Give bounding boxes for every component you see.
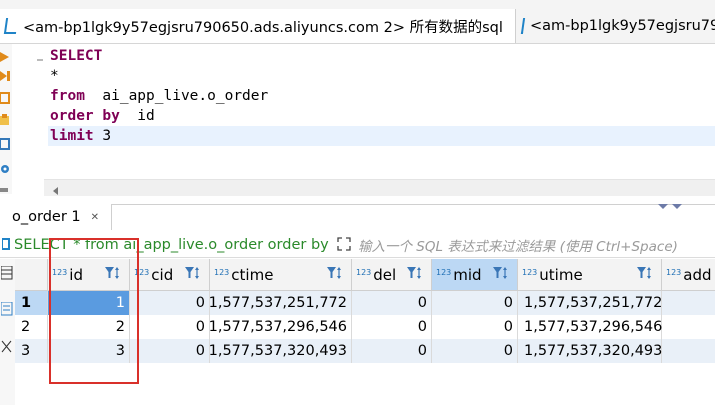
sql-line-2: * xyxy=(50,66,59,86)
table-cell[interactable]: 1,577,537,320,493 xyxy=(209,339,352,363)
maximize-panel-icon[interactable] xyxy=(672,198,682,209)
editor-tab-label: <am-bp1lgk9y57egjsru790650.ads.aliyuncs.… xyxy=(530,18,715,34)
explain-plan-icon[interactable] xyxy=(0,114,10,126)
sql-text: * xyxy=(50,68,59,84)
editor-horizontal-scrollbar[interactable] xyxy=(44,179,715,196)
table-cell[interactable] xyxy=(662,315,715,339)
column-header-label: del xyxy=(373,265,397,284)
column-header-4[interactable]: 123 mid xyxy=(432,259,518,291)
sql-script-icon xyxy=(3,18,19,34)
settings-gear-icon[interactable] xyxy=(0,162,10,176)
column-header-label: utime xyxy=(539,265,583,284)
editor-tab-second[interactable]: <am-bp1lgk9y57egjsru790650.ads.aliyuncs.… xyxy=(517,9,715,43)
column-header-label: cid xyxy=(151,265,174,284)
annotation-highlight-box xyxy=(49,238,139,384)
current-line-highlight xyxy=(48,126,715,146)
sql-text: id xyxy=(119,108,155,124)
row-number[interactable]: 1 xyxy=(15,291,48,315)
sql-keyword: from xyxy=(50,88,85,104)
column-header-label: mid xyxy=(453,265,482,284)
column-header-6[interactable]: 123 add xyxy=(662,259,715,291)
record-view-icon[interactable] xyxy=(1,340,13,354)
window-top-edge xyxy=(0,0,715,9)
sort-filter-icon[interactable] xyxy=(493,266,509,283)
execute-script-icon[interactable] xyxy=(0,70,10,82)
table-cell[interactable] xyxy=(662,291,715,315)
table-cell[interactable]: 1,577,537,251,772 xyxy=(518,291,662,315)
number-type-icon: 123 xyxy=(666,267,682,277)
sql-script-icon xyxy=(520,18,526,34)
table-cell[interactable]: 1,577,537,320,493 xyxy=(518,339,662,363)
column-header-label: add xyxy=(683,265,712,284)
text-view-icon[interactable] xyxy=(0,301,13,316)
sql-keyword: order by xyxy=(50,108,120,124)
table-cell[interactable]: 0 xyxy=(432,291,518,315)
sql-keyword: limit xyxy=(50,128,94,144)
results-tab-label: o_order 1 xyxy=(12,209,81,225)
table-cell[interactable]: 0 xyxy=(432,315,518,339)
sql-text: ai_app_live.o_order xyxy=(84,88,269,104)
grid-corner xyxy=(15,259,48,291)
table-cell[interactable]: 0 xyxy=(432,339,518,363)
table-cell[interactable]: 1,577,537,296,546 xyxy=(209,315,352,339)
table-cell[interactable]: 1,577,537,251,772 xyxy=(209,291,352,315)
number-type-icon: 123 xyxy=(214,267,230,277)
minimize-panel-icon[interactable] xyxy=(658,198,668,209)
column-header-label: ctime xyxy=(231,265,274,284)
table-cell[interactable]: 0 xyxy=(352,315,432,339)
grid-view-icon[interactable] xyxy=(0,265,13,280)
results-tab-o-order[interactable]: o_order 1 ✕ xyxy=(0,204,112,230)
row-number[interactable]: 3 xyxy=(15,339,48,363)
editor-tab-label: <am-bp1lgk9y57egjsru790650.ads.aliyuncs.… xyxy=(23,19,503,36)
sql-line-1: SELECT xyxy=(50,46,102,66)
close-tab-icon[interactable]: ✕ xyxy=(91,212,99,223)
sql-query-icon xyxy=(1,238,12,250)
execute-statement-icon[interactable] xyxy=(0,50,10,62)
sql-line-4: order by id xyxy=(50,106,155,126)
fold-marker-icon[interactable] xyxy=(36,52,44,61)
number-type-icon: 123 xyxy=(356,267,372,277)
table-cell[interactable]: 0 xyxy=(352,291,432,315)
column-header-1[interactable]: 123 cid xyxy=(130,259,210,291)
table-cell[interactable]: 1,577,537,296,546 xyxy=(518,315,662,339)
sort-filter-icon[interactable] xyxy=(185,266,201,283)
sql-line-3: from ai_app_live.o_order xyxy=(50,86,268,106)
table-cell[interactable]: 0 xyxy=(130,315,210,339)
grid-side-toolbar xyxy=(0,259,16,405)
column-header-2[interactable]: 123 ctime xyxy=(210,259,352,291)
sql-keyword: SELECT xyxy=(50,48,103,64)
number-type-icon: 123 xyxy=(522,267,538,277)
filter-expand-icon[interactable] xyxy=(336,236,352,252)
sql-text: 3 xyxy=(93,128,112,144)
table-cell[interactable] xyxy=(662,339,715,363)
filter-input[interactable]: 输入一个 SQL 表达式来过滤结果 (使用 Ctrl+Space) xyxy=(358,232,715,257)
column-header-5[interactable]: 123 utime xyxy=(518,259,662,291)
row-number[interactable]: 2 xyxy=(15,315,48,339)
sort-filter-icon[interactable] xyxy=(407,266,423,283)
sql-line-5: limit 3 xyxy=(50,126,111,146)
export-icon[interactable] xyxy=(0,182,10,192)
table-cell[interactable]: 0 xyxy=(130,291,210,315)
number-type-icon: 123 xyxy=(436,267,452,277)
editor-tab-active[interactable]: <am-bp1lgk9y57egjsru790650.ads.aliyuncs.… xyxy=(0,9,516,43)
column-header-3[interactable]: 123 del xyxy=(352,259,432,291)
sort-filter-icon[interactable] xyxy=(327,266,343,283)
table-cell[interactable]: 0 xyxy=(352,339,432,363)
sort-filter-icon[interactable] xyxy=(637,266,653,283)
execute-new-tab-icon[interactable] xyxy=(0,92,10,104)
scroll-left-arrow-icon[interactable] xyxy=(52,183,60,195)
table-cell[interactable]: 0 xyxy=(130,339,210,363)
load-plan-icon[interactable] xyxy=(0,138,10,150)
